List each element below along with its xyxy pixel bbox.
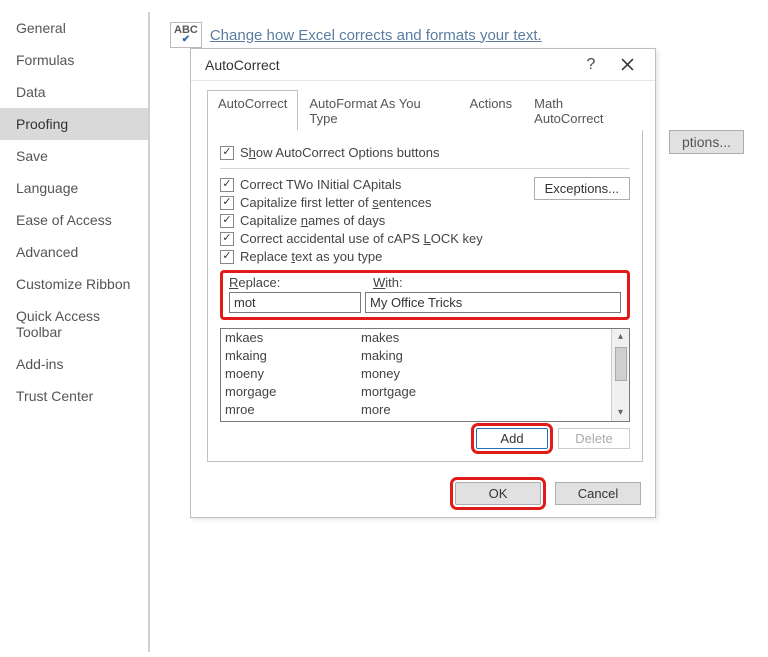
list-item: morgagemortgage xyxy=(221,383,611,401)
autocorrect-options-button-partial[interactable]: ptions... xyxy=(669,130,744,154)
dialog-titlebar: AutoCorrect ? xyxy=(191,49,655,81)
sidebar-item-formulas[interactable]: Formulas xyxy=(0,44,148,76)
checkbox-two-initial-label: Correct TWo INitial CApitals xyxy=(240,177,401,192)
close-button[interactable] xyxy=(609,51,645,79)
tab-autocorrect[interactable]: AutoCorrect xyxy=(207,90,298,130)
checkbox-caps-lock[interactable]: ✓ xyxy=(220,232,234,246)
dialog-title: AutoCorrect xyxy=(205,57,573,73)
replace-label: Replace: xyxy=(229,275,373,290)
cancel-button[interactable]: Cancel xyxy=(555,482,641,505)
autocorrect-list[interactable]: mkaesmakes mkaingmaking moenymoney morga… xyxy=(220,328,630,422)
sidebar-item-proofing[interactable]: Proofing xyxy=(0,108,148,140)
delete-button: Delete xyxy=(558,428,630,449)
checkbox-names-days-label: Capitalize names of days xyxy=(240,213,385,228)
checkbox-show-options[interactable]: ✓ xyxy=(220,146,234,160)
autocorrect-tab-panel: ✓ Show AutoCorrect Options buttons Excep… xyxy=(207,130,643,462)
list-item: mroemore xyxy=(221,401,611,419)
spellcheck-icon: ABC ✔ xyxy=(170,22,202,48)
checkbox-replace-as-type[interactable]: ✓ xyxy=(220,250,234,264)
list-item: moenymoney xyxy=(221,365,611,383)
with-label: With: xyxy=(373,275,403,290)
sidebar-item-general[interactable]: General xyxy=(0,12,148,44)
add-button[interactable]: Add xyxy=(476,428,548,449)
checkbox-caps-lock-label: Correct accidental use of cAPS LOCK key xyxy=(240,231,483,246)
sidebar-item-save[interactable]: Save xyxy=(0,140,148,172)
scroll-up-icon[interactable]: ▴ xyxy=(618,329,623,345)
sidebar-item-quick-access-toolbar[interactable]: Quick Access Toolbar xyxy=(0,300,148,348)
ok-button[interactable]: OK xyxy=(455,482,541,505)
checkbox-first-sentence[interactable]: ✓ xyxy=(220,196,234,210)
checkbox-names-days[interactable]: ✓ xyxy=(220,214,234,228)
sidebar-item-data[interactable]: Data xyxy=(0,76,148,108)
with-input[interactable] xyxy=(365,292,621,313)
sidebar-item-advanced[interactable]: Advanced xyxy=(0,236,148,268)
options-sidebar: General Formulas Data Proofing Save Lang… xyxy=(0,12,150,652)
list-scrollbar[interactable]: ▴ ▾ xyxy=(611,329,629,421)
sidebar-item-trust-center[interactable]: Trust Center xyxy=(0,380,148,412)
scroll-thumb[interactable] xyxy=(615,347,627,381)
checkbox-show-options-label: Show AutoCorrect Options buttons xyxy=(240,145,439,160)
dialog-tabs: AutoCorrect AutoFormat As You Type Actio… xyxy=(207,89,643,130)
section-heading: Change how Excel corrects and formats yo… xyxy=(210,27,542,44)
sidebar-item-customize-ribbon[interactable]: Customize Ribbon xyxy=(0,268,148,300)
sidebar-item-ease-of-access[interactable]: Ease of Access xyxy=(0,204,148,236)
list-item: mkaingmaking xyxy=(221,347,611,365)
tab-math-autocorrect[interactable]: Math AutoCorrect xyxy=(523,90,643,130)
sidebar-item-add-ins[interactable]: Add-ins xyxy=(0,348,148,380)
tab-autoformat[interactable]: AutoFormat As You Type xyxy=(298,90,458,130)
replace-with-group: Replace: With: xyxy=(220,270,630,320)
checkbox-replace-as-type-label: Replace text as you type xyxy=(240,249,382,264)
list-item: mkaesmakes xyxy=(221,329,611,347)
scroll-down-icon[interactable]: ▾ xyxy=(618,405,623,421)
separator xyxy=(220,168,630,169)
replace-input[interactable] xyxy=(229,292,361,313)
tab-actions[interactable]: Actions xyxy=(459,90,524,130)
autocorrect-dialog: AutoCorrect ? AutoCorrect AutoFormat As … xyxy=(190,48,656,518)
help-button[interactable]: ? xyxy=(573,51,609,79)
checkbox-two-initial[interactable]: ✓ xyxy=(220,178,234,192)
exceptions-button[interactable]: Exceptions... xyxy=(534,177,630,200)
sidebar-item-language[interactable]: Language xyxy=(0,172,148,204)
checkbox-first-sentence-label: Capitalize first letter of sentences xyxy=(240,195,431,210)
